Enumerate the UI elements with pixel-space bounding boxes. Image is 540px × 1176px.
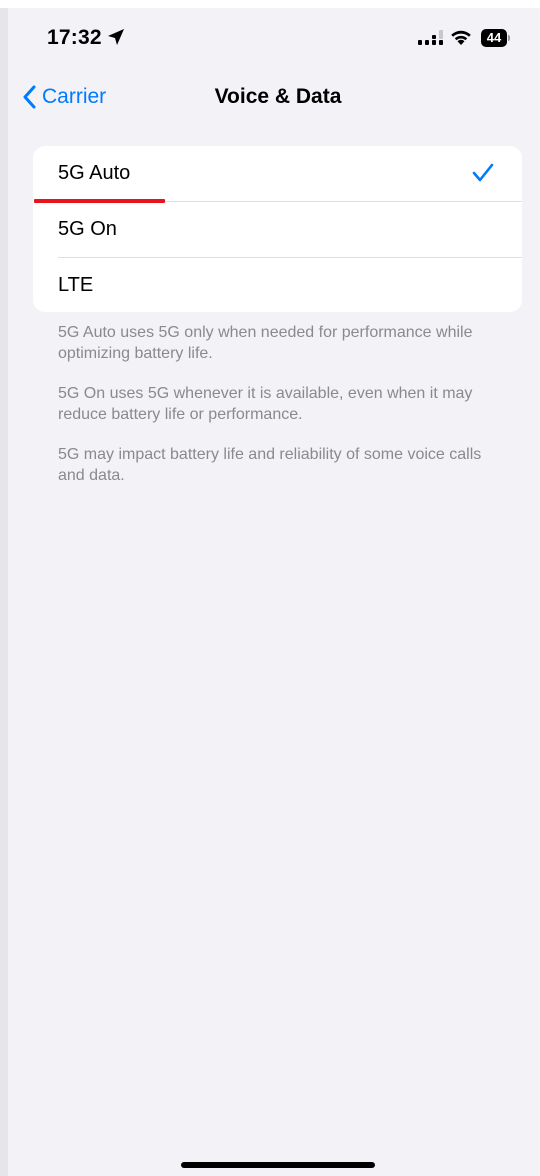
note-5g-impact: 5G may impact battery life and reliabili…: [58, 446, 482, 484]
wifi-icon: [451, 30, 471, 45]
status-bar: 17:32 44: [8, 8, 540, 68]
option-label: 5G On: [58, 218, 117, 240]
battery-cap: [508, 35, 510, 41]
note-5g-on: 5G On uses 5G whenever it is available, …: [58, 385, 473, 423]
page-title: Voice & Data: [8, 85, 540, 109]
annotation-underline: [34, 199, 165, 203]
home-indicator[interactable]: [181, 1162, 375, 1168]
note-5g-auto: 5G Auto uses 5G only when needed for per…: [58, 324, 473, 362]
option-5g-auto[interactable]: 5G Auto: [33, 146, 522, 201]
status-time: 17:32: [47, 26, 102, 49]
battery-level-text: 44: [486, 30, 502, 45]
window-edge: [0, 8, 8, 1176]
option-label: 5G Auto: [58, 162, 131, 184]
checkmark-icon: [472, 163, 494, 182]
voice-data-screen: 17:32 44 Carrier Voice & Data 5G Auto 5G…: [8, 8, 540, 1176]
cellular-signal-icon: [418, 30, 443, 45]
network-mode-list: 5G Auto 5G On LTE: [33, 146, 522, 312]
battery-icon: 44: [481, 29, 507, 47]
location-arrow-icon: [108, 29, 124, 45]
navigation-bar: Carrier Voice & Data: [8, 74, 540, 118]
option-lte[interactable]: LTE: [33, 258, 522, 312]
option-label: LTE: [58, 274, 94, 296]
page-title-text: Voice & Data: [214, 85, 342, 108]
option-5g-on[interactable]: 5G On: [33, 202, 522, 257]
